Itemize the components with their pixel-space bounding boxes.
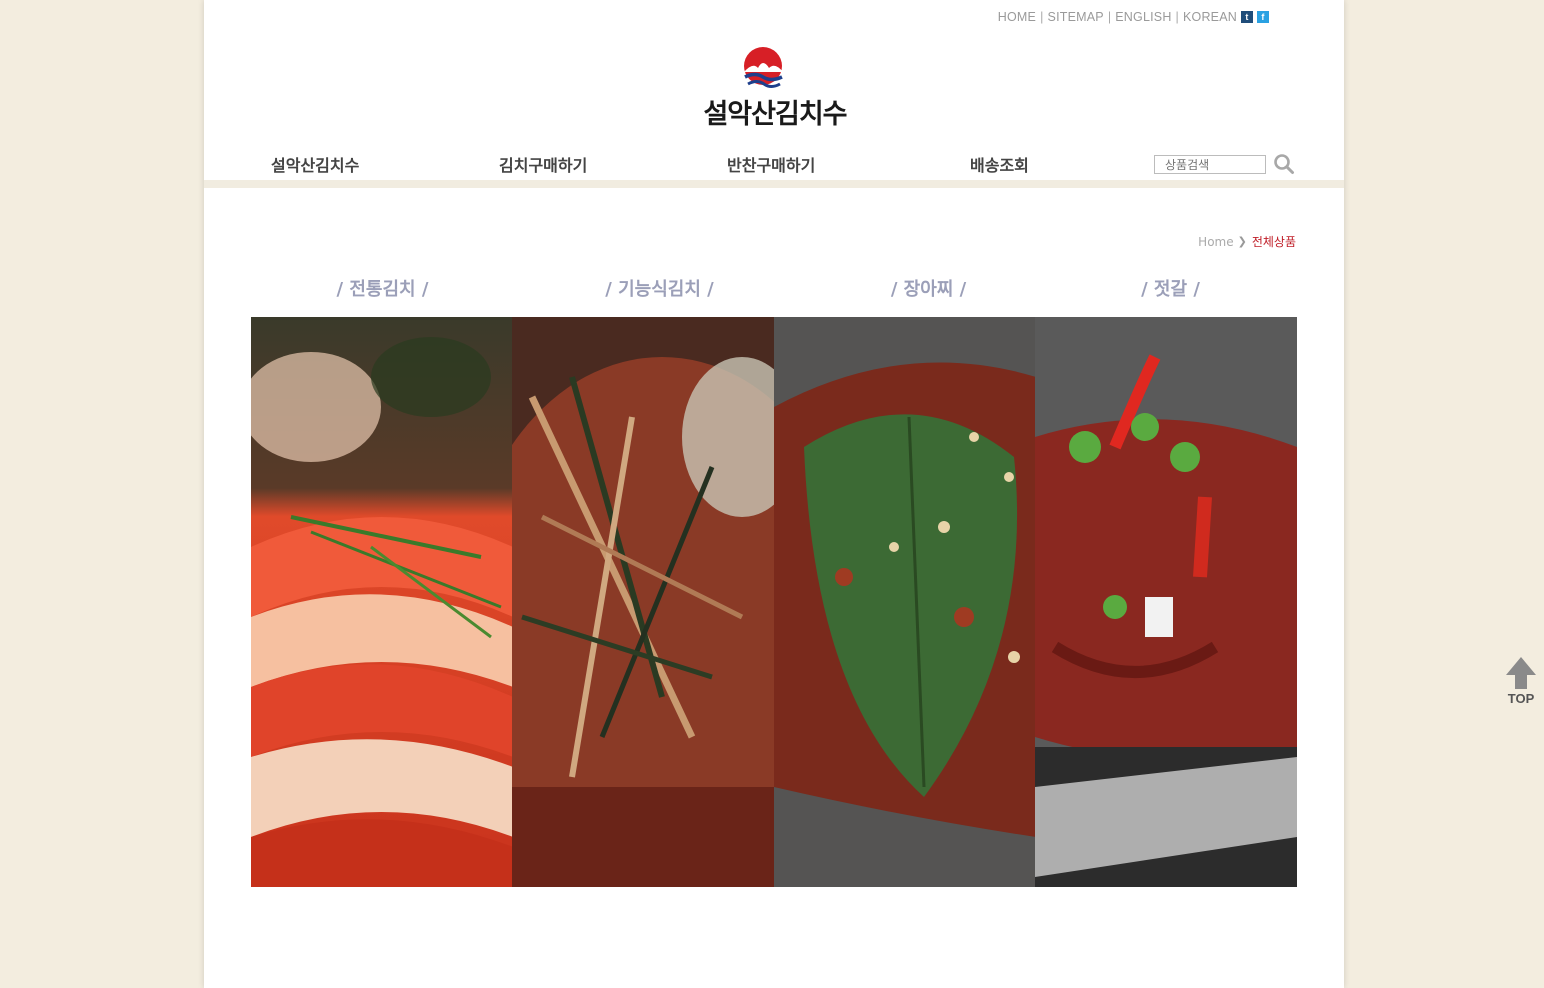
category-image-jangajji[interactable] — [774, 317, 1036, 887]
home-link[interactable]: HOME — [998, 10, 1036, 24]
nav-divider — [204, 180, 1344, 188]
separator: | — [1175, 10, 1179, 24]
tumblr-icon[interactable]: t — [1241, 11, 1253, 23]
nav-item-about[interactable]: 설악산김치수 — [271, 152, 359, 176]
search-button[interactable] — [1273, 153, 1295, 175]
nav-item-banchan-shop[interactable]: 반찬구매하기 — [727, 152, 815, 176]
sitemap-link[interactable]: SITEMAP — [1048, 10, 1104, 24]
separator: | — [1107, 10, 1112, 24]
category-title-traditional[interactable]: / 전통김치 / — [252, 275, 513, 301]
korean-link[interactable]: KOREAN — [1183, 10, 1237, 24]
scroll-to-top-button[interactable]: TOP — [1503, 655, 1539, 710]
nav-item-delivery[interactable]: 배송조회 — [970, 152, 1029, 176]
breadcrumb-home[interactable]: Home — [1198, 235, 1233, 249]
category-image-traditional[interactable] — [251, 317, 513, 887]
category-title-jangajji[interactable]: / 장아찌 / — [798, 275, 1059, 301]
breadcrumb: Home ❯ 전체상품 — [1198, 233, 1296, 250]
facebook-icon[interactable]: f — [1257, 11, 1269, 23]
site-logo[interactable]: 설악산김치수 — [695, 44, 855, 132]
logo-emblem-icon — [744, 47, 783, 88]
arrow-up-icon — [1506, 657, 1536, 689]
category-image-jeotgal[interactable] — [1035, 317, 1297, 887]
english-link[interactable]: ENGLISH — [1115, 10, 1171, 24]
chevron-right-icon: ❯ — [1237, 235, 1247, 248]
nav-item-kimchi-shop[interactable]: 김치구매하기 — [499, 152, 587, 176]
top-label: TOP — [1507, 691, 1535, 706]
top-links: HOME | SITEMAP | ENGLISH | KOREAN t f — [998, 10, 1269, 24]
category-image-functional[interactable] — [512, 317, 774, 887]
category-title-jeotgal[interactable]: / 젓갈 / — [1040, 275, 1301, 301]
search-input[interactable] — [1154, 155, 1266, 174]
separator: | — [1040, 10, 1044, 24]
search-icon — [1274, 154, 1294, 174]
page-container: HOME | SITEMAP | ENGLISH | KOREAN t f 설악… — [204, 0, 1344, 988]
category-title-functional[interactable]: / 기능식김치 / — [529, 275, 790, 301]
breadcrumb-current: 전체상품 — [1251, 235, 1296, 249]
logo-text: 설악산김치수 — [703, 99, 847, 130]
